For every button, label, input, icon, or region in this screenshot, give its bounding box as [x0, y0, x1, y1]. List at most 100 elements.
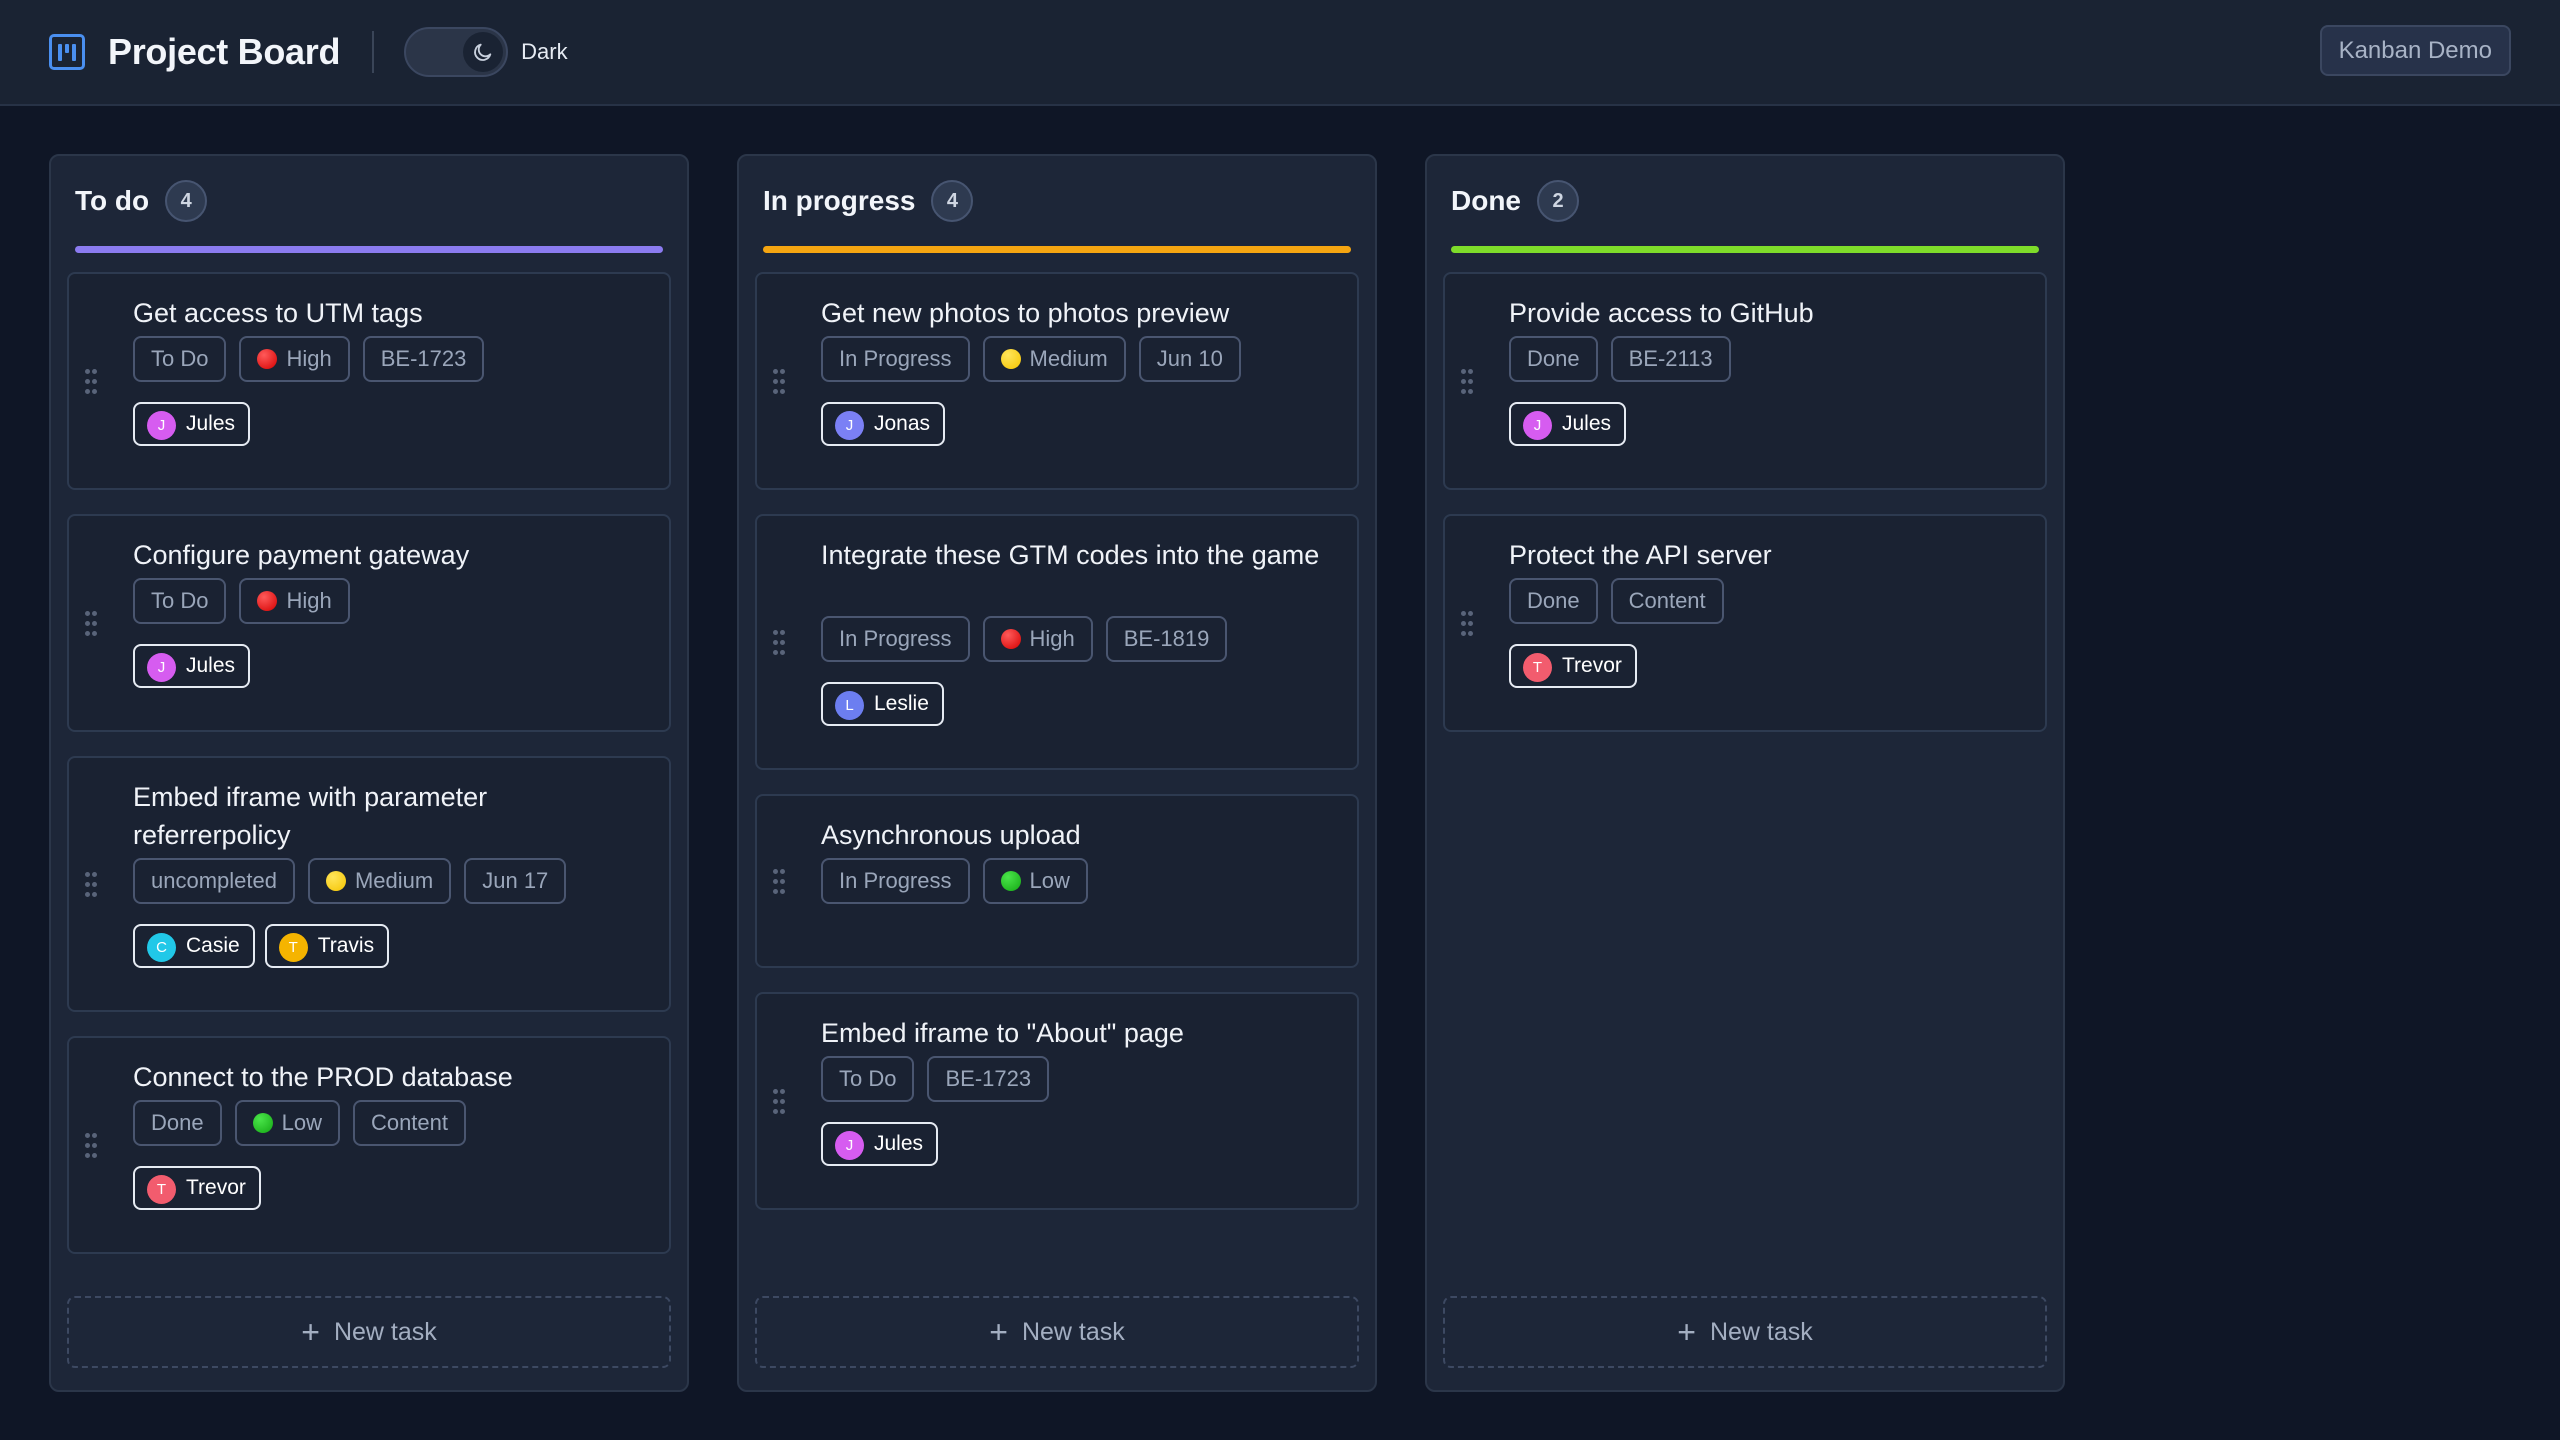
avatar: T	[1523, 652, 1552, 682]
tag-label: Low	[281, 1110, 322, 1135]
tag-label: In Progress	[839, 346, 952, 371]
drag-handle-icon[interactable]	[1461, 611, 1473, 637]
assignee-chip[interactable]: C Casie	[133, 924, 255, 968]
assignee-name: Jonas	[874, 412, 931, 435]
tag-label: High	[1029, 626, 1075, 651]
tag-in-progress: In Progress	[821, 858, 970, 904]
tag-label: Jun 10	[1156, 346, 1223, 371]
task-card[interactable]: Provide access to GitHub Done BE-2113 J Jule…	[1443, 272, 2047, 490]
kanban-demo-button[interactable]: Kanban Demo	[2319, 25, 2511, 76]
assignees: J Jules	[133, 402, 251, 446]
tag-uncompleted: uncompleted	[133, 858, 295, 904]
assignee-name: Trevor	[1562, 654, 1622, 677]
drag-handle-icon[interactable]	[85, 611, 97, 637]
tag-label: High	[286, 346, 332, 371]
tag-label: High	[286, 588, 332, 613]
assignee-chip[interactable]: J Jules	[133, 644, 251, 688]
tag-jun-10: Jun 10	[1138, 336, 1241, 382]
task-card[interactable]: Configure payment gateway To Do High J Jules	[67, 514, 671, 732]
tag-label: BE-1723	[945, 1066, 1032, 1091]
task-title: Configure payment gateway	[133, 540, 470, 570]
drag-handle-icon[interactable]	[773, 630, 785, 656]
assignee-chip[interactable]: T Travis	[264, 924, 390, 968]
drag-handle-icon[interactable]	[85, 872, 97, 898]
task-title: Provide access to GitHub	[1509, 298, 1814, 328]
tag-label: Content	[370, 1110, 449, 1135]
plus-icon: +	[1677, 1314, 1696, 1350]
tag-be-1723: BE-1723	[362, 336, 485, 382]
assignee-chip[interactable]: J Jules	[1509, 402, 1627, 446]
drag-handle-icon[interactable]	[85, 1133, 97, 1159]
kanban-board-icon	[49, 34, 85, 70]
task-tags: Done BE-2113	[1509, 336, 1731, 382]
task-card[interactable]: Protect the API server Done Content T Trevor	[1443, 514, 2047, 732]
assignee-chip[interactable]: J Jonas	[821, 402, 946, 446]
drag-handle-icon[interactable]	[1461, 369, 1473, 395]
tag-be-1819: BE-1819	[1105, 616, 1228, 662]
tag-to-do: To Do	[133, 336, 227, 382]
task-card[interactable]: Get access to UTM tags To Do High BE-1723 J J…	[67, 272, 671, 490]
tag-to-do: To Do	[133, 578, 227, 624]
assignee-name: Jules	[186, 412, 236, 435]
task-tags: To Do BE-1723	[821, 1056, 1050, 1102]
drag-handle-icon[interactable]	[773, 869, 785, 895]
assignee-name: Jules	[1562, 412, 1612, 435]
tag-label: Done	[1527, 346, 1580, 371]
task-card[interactable]: Embed iframe to "About" page To Do BE-1723…	[755, 992, 1359, 1210]
priority-low-icon	[1000, 871, 1021, 891]
assignee-chip[interactable]: L Leslie	[821, 682, 944, 726]
avatar: J	[835, 410, 864, 440]
assignee-chip[interactable]: T Trevor	[1509, 644, 1637, 688]
priority-medium-icon	[325, 871, 346, 891]
new-task-button[interactable]: + New task	[755, 1296, 1359, 1368]
tag-jun-17: Jun 17	[464, 858, 567, 904]
column-in-progress: In progress 4 Get new photos to photos pre…	[737, 154, 1377, 1392]
assignee-name: Casie	[186, 934, 240, 957]
new-task-button[interactable]: + New task	[67, 1296, 671, 1368]
assignee-name: Trevor	[186, 1176, 246, 1199]
plus-icon: +	[301, 1314, 320, 1350]
task-title: Get access to UTM tags	[133, 298, 423, 328]
task-title: Connect to the PROD database	[133, 1062, 513, 1092]
assignees: J Jules	[133, 644, 251, 688]
drag-handle-icon[interactable]	[85, 369, 97, 395]
priority-badge: High	[982, 616, 1093, 662]
plus-icon: +	[989, 1314, 1008, 1350]
tag-label: To Do	[151, 346, 209, 371]
task-card[interactable]: Asynchronous upload In Progress Low	[755, 794, 1359, 968]
priority-low-icon	[252, 1113, 273, 1133]
priority-high-icon	[257, 349, 278, 369]
task-card[interactable]: Integrate these GTM codes into the game I…	[755, 514, 1359, 770]
card-count-badge: 4	[165, 180, 208, 222]
assignees: L Leslie	[821, 682, 944, 726]
theme-toggle[interactable]	[404, 27, 509, 77]
column-title: Done	[1451, 185, 1521, 216]
task-tags: In Progress Medium Jun 10	[821, 336, 1241, 382]
assignee-chip[interactable]: J Jules	[821, 1122, 939, 1166]
priority-badge: Low	[982, 858, 1088, 904]
task-title: Embed iframe with parameter referrerpoli…	[133, 782, 488, 850]
task-card[interactable]: Embed iframe with parameter referrerpoli…	[67, 756, 671, 1012]
tag-done: Done	[133, 1100, 222, 1146]
assignee-chip[interactable]: J Jules	[133, 402, 251, 446]
tag-label: To Do	[151, 588, 209, 613]
tag-label: Content	[1628, 588, 1706, 613]
priority-badge: Medium	[307, 858, 452, 904]
new-task-button[interactable]: + New task	[1443, 1296, 2047, 1368]
moon-icon	[463, 32, 504, 72]
task-card[interactable]: Get new photos to photos preview In Progr…	[755, 272, 1359, 490]
tag-to-do: To Do	[821, 1056, 915, 1102]
tag-be-1723: BE-1723	[927, 1056, 1050, 1102]
task-tags: In Progress Low	[821, 858, 1088, 904]
assignee-chip[interactable]: T Trevor	[133, 1166, 261, 1210]
task-card[interactable]: Connect to the PROD database Done Low Conte…	[67, 1036, 671, 1254]
avatar: L	[835, 690, 864, 720]
drag-handle-icon[interactable]	[773, 1089, 785, 1115]
tag-label: BE-2113	[1628, 346, 1713, 371]
drag-handle-icon[interactable]	[773, 369, 785, 395]
tag-label: Jun 17	[482, 868, 549, 893]
column-done: Done 2 Provide access to GitHub Done BE-2113…	[1425, 154, 2065, 1392]
assignees: J Jules	[821, 1122, 939, 1166]
priority-high-icon	[257, 591, 278, 611]
column-header: Done 2	[1451, 180, 1579, 222]
